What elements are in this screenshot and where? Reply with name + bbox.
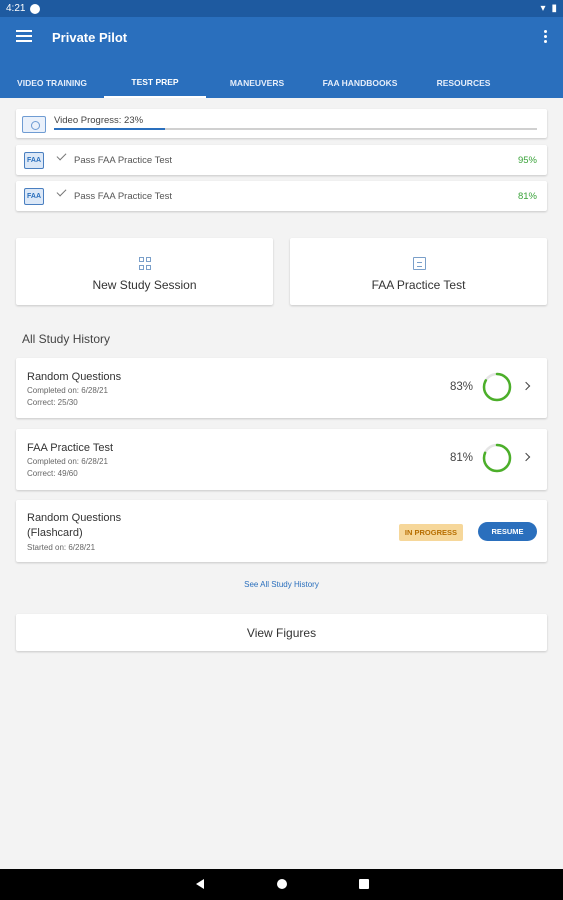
app-notification-icon xyxy=(30,3,41,14)
wifi-icon: ▾ xyxy=(540,3,546,14)
resume-button[interactable]: RESUME xyxy=(478,522,537,541)
faa-practice-test-label: FAA Practice Test xyxy=(371,278,466,292)
tab-faa-handbooks[interactable]: FAA HANDBOOKS xyxy=(308,67,412,98)
score-ring xyxy=(482,443,512,473)
new-study-session-label: New Study Session xyxy=(92,278,197,292)
history-item[interactable]: FAA Practice Test Completed on: 6/28/21 … xyxy=(16,429,547,490)
history-item-title: FAA Practice Test xyxy=(27,442,114,454)
video-progress-label: Video Progress: 23% xyxy=(54,115,144,126)
history-item[interactable]: Random Questions Completed on: 6/28/21 C… xyxy=(16,358,547,418)
video-icon xyxy=(22,116,46,133)
history-item-title: Random Questions xyxy=(27,371,122,383)
history-item-title-line: Random Questions xyxy=(27,512,122,524)
practice-test-result-card[interactable]: FAA Pass FAA Practice Test 95% xyxy=(16,145,547,175)
app-bar: Private Pilot VIDEO TRAINING TEST PREP M… xyxy=(0,17,563,98)
history-item-correct: Correct: 25/30 xyxy=(27,398,78,407)
status-time: 4:21 xyxy=(6,3,26,14)
tab-bar: VIDEO TRAINING TEST PREP MANEUVERS FAA H… xyxy=(0,67,563,98)
system-nav-bar xyxy=(0,869,563,900)
grid-icon xyxy=(138,257,152,270)
document-icon xyxy=(412,257,426,270)
tab-resources[interactable]: RESOURCES xyxy=(412,67,515,98)
tab-test-prep[interactable]: TEST PREP xyxy=(104,67,206,98)
history-item[interactable]: Random Questions (Flashcard) Started on:… xyxy=(16,500,547,562)
history-item-completed: Completed on: 6/28/21 xyxy=(27,386,108,395)
view-figures-label: View Figures xyxy=(246,626,317,640)
history-item-completed: Completed on: 6/28/21 xyxy=(27,457,108,466)
study-history-heading: All Study History xyxy=(22,332,111,346)
see-all-history-link[interactable]: See All Study History xyxy=(0,580,563,589)
home-icon[interactable] xyxy=(277,879,287,889)
history-item-correct: Correct: 49/60 xyxy=(27,469,78,478)
tab-video-training[interactable]: VIDEO TRAINING xyxy=(0,67,104,98)
more-options-icon[interactable] xyxy=(544,30,548,45)
faa-test-icon: FAA xyxy=(24,152,44,169)
faa-practice-test-button[interactable]: FAA Practice Test xyxy=(290,238,547,305)
tab-maneuvers[interactable]: MANEUVERS xyxy=(206,67,308,98)
video-progress-card[interactable]: Video Progress: 23% xyxy=(16,109,547,138)
check-icon xyxy=(56,150,67,161)
battery-icon: ▮ xyxy=(551,3,557,14)
faa-test-icon: FAA xyxy=(24,188,44,205)
practice-test-label: Pass FAA Practice Test xyxy=(74,191,173,202)
practice-test-score: 81% xyxy=(517,191,537,202)
page-title: Private Pilot xyxy=(52,30,128,45)
chevron-right-icon[interactable] xyxy=(521,452,531,462)
history-item-started: Started on: 6/28/21 xyxy=(27,543,96,552)
status-badge: IN PROGRESS xyxy=(398,524,463,541)
practice-test-label: Pass FAA Practice Test xyxy=(74,155,173,166)
new-study-session-button[interactable]: New Study Session xyxy=(16,238,273,305)
menu-icon[interactable] xyxy=(16,30,32,44)
video-progress-fill xyxy=(54,128,166,130)
view-figures-button[interactable]: View Figures xyxy=(16,614,547,651)
history-item-title-line: (Flashcard) xyxy=(27,527,83,539)
history-item-title: Random Questions (Flashcard) xyxy=(27,511,121,541)
recent-apps-icon[interactable] xyxy=(359,879,369,889)
status-bar: 4:21 ▾ ▮ xyxy=(0,0,563,17)
chevron-right-icon[interactable] xyxy=(521,381,531,391)
score-ring xyxy=(482,372,512,402)
video-progress-bar xyxy=(54,128,537,130)
history-item-percent: 83% xyxy=(449,381,473,393)
practice-test-result-card[interactable]: FAA Pass FAA Practice Test 81% xyxy=(16,181,547,211)
practice-test-score: 95% xyxy=(517,155,537,166)
history-item-percent: 81% xyxy=(449,452,473,464)
back-icon[interactable] xyxy=(196,879,204,889)
check-icon xyxy=(56,186,67,197)
